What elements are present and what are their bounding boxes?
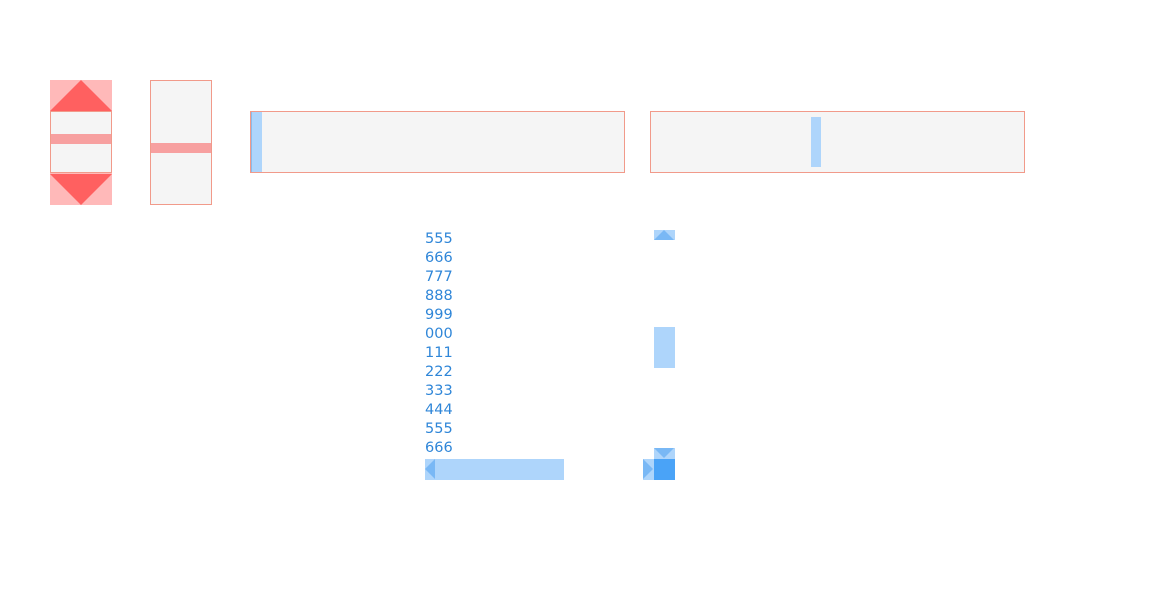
list-item: 777: [425, 269, 453, 285]
list-item: 000: [425, 326, 453, 342]
scroll-down-button[interactable]: [654, 448, 675, 459]
horizontal-slider-1-thumb[interactable]: [251, 112, 262, 172]
horizontal-slider-2-thumb[interactable]: [811, 117, 821, 167]
horizontal-slider-2[interactable]: [650, 111, 1025, 173]
horizontal-scrollbar[interactable]: [425, 459, 564, 480]
vertical-stepper[interactable]: [50, 80, 112, 205]
vertical-slider[interactable]: [150, 80, 212, 205]
scrollbar-corner: [654, 459, 675, 480]
list-item: 111: [425, 345, 453, 361]
scroll-right-arrow-icon: [643, 459, 653, 479]
stepper-track[interactable]: [50, 111, 112, 173]
scroll-up-button[interactable]: [654, 230, 675, 240]
arrow-up-icon[interactable]: [50, 80, 112, 111]
horizontal-slider-1[interactable]: [250, 111, 625, 173]
scroll-right-button[interactable]: [643, 459, 654, 480]
stepper-thumb[interactable]: [51, 134, 111, 144]
scroll-left-arrow-icon[interactable]: [425, 459, 435, 479]
scroll-up-arrow-icon: [654, 230, 674, 240]
vertical-scrollbar-thumb[interactable]: [654, 327, 675, 368]
list-item: 555: [425, 231, 453, 247]
list-item: 444: [425, 402, 453, 418]
number-list[interactable]: 555 666 777 888 999 000 111 222 333 444 …: [425, 230, 625, 460]
scroll-down-arrow-icon: [654, 448, 674, 458]
list-item: 666: [425, 440, 453, 456]
list-item: 888: [425, 288, 453, 304]
list-item: 555: [425, 421, 453, 437]
list-item: 333: [425, 383, 453, 399]
list-item: 666: [425, 250, 453, 266]
vertical-slider-thumb[interactable]: [151, 143, 211, 153]
list-item: 222: [425, 364, 453, 380]
arrow-down-icon[interactable]: [50, 174, 112, 205]
list-item: 999: [425, 307, 453, 323]
horizontal-scrollbar-thumb[interactable]: [425, 459, 564, 480]
